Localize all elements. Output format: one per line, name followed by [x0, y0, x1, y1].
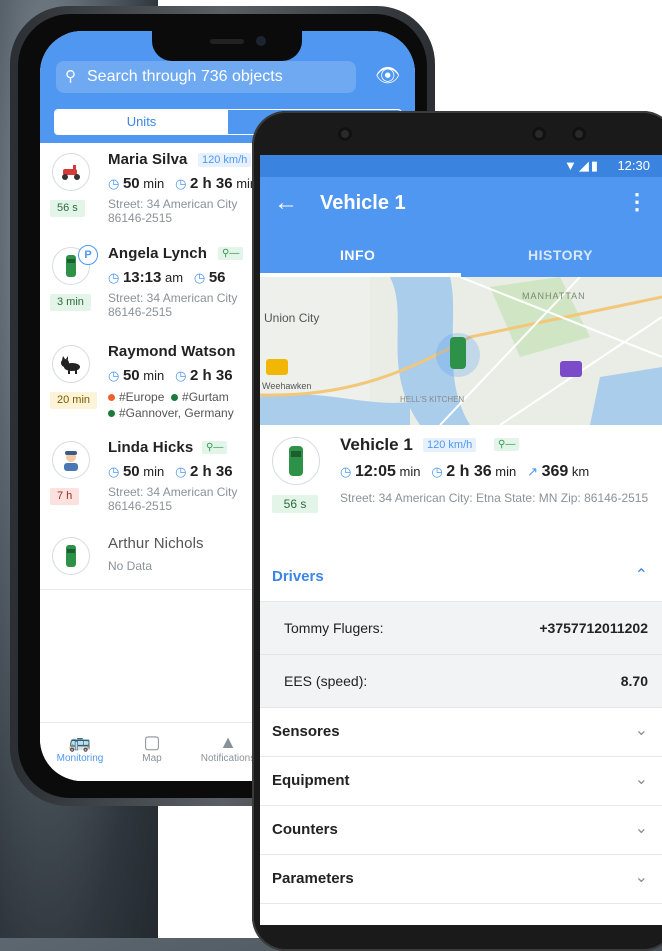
car-icon [272, 437, 320, 485]
row-key: EES (speed): [284, 673, 368, 689]
clock-icon: ◷ [340, 464, 352, 479]
section-label: Equipment [272, 772, 350, 789]
duration-icon: ◷ [431, 464, 443, 479]
row-value: +3757712011202 [539, 620, 648, 636]
clock-icon: ◷ [108, 368, 120, 383]
key-icon: ⚲— [202, 441, 228, 454]
section-label: Parameters [272, 870, 354, 887]
status-bar: ▼◢▮ 12:30 [260, 155, 662, 177]
driver-row: EES (speed): 8.70 [260, 655, 662, 708]
section-label: Counters [272, 821, 338, 838]
clock-icon: ◷ [108, 176, 120, 191]
duration-icon: ◷ [175, 176, 187, 191]
unit-name: Angela Lynch [108, 245, 207, 262]
map-icon: ▢ [143, 732, 161, 752]
tab-info[interactable]: INFO [340, 247, 375, 263]
map-label: Union City [264, 311, 320, 325]
car-icon [52, 537, 90, 575]
time-badge: 56 s [50, 200, 85, 217]
duration-icon: ◷ [175, 464, 187, 479]
duration-icon: ◷ [175, 368, 187, 383]
status-time: 12:30 [617, 158, 650, 173]
page-title: Vehicle 1 [320, 192, 406, 214]
parking-icon: P [78, 245, 98, 265]
chevron-up-icon: ⌃ [634, 567, 648, 584]
row-key: Tommy Flugers: [284, 620, 384, 636]
map-label: MANHATTAN [522, 291, 586, 301]
app-bar: ← Vehicle 1 ⋮ INFO HISTORY [260, 177, 662, 277]
map-label: Weehawken [262, 381, 312, 391]
driver-avatar [52, 441, 90, 479]
section-equipment[interactable]: Equipment ⌄ [260, 757, 662, 806]
chevron-down-icon: ⌄ [634, 722, 648, 739]
chevron-down-icon: ⌄ [634, 771, 648, 788]
duration-icon: ◷ [193, 270, 206, 285]
section-drivers[interactable]: Drivers ⌃ [260, 553, 662, 602]
android-top-bezel [252, 111, 662, 155]
back-arrow-icon[interactable]: ← [274, 189, 298, 217]
clock-icon: ◷ [108, 464, 120, 479]
unit-name: Raymond Watson [108, 343, 236, 360]
map-view[interactable]: MANHATTAN Union City HELL'S KITCHEN Weeh… [260, 277, 662, 425]
search-placeholder: Search through 736 objects [87, 68, 283, 85]
clock-icon: ◷ [108, 270, 120, 285]
time-badge: 20 min [50, 392, 98, 409]
search-icon: ⚲ [65, 68, 76, 85]
chevron-down-icon: ⌄ [634, 820, 648, 837]
tab-history[interactable]: HISTORY [528, 247, 593, 263]
vehicle-address: Street: 34 American City: Etna State: MN… [340, 491, 649, 505]
unit-tags: #Europe #Gurtam #Gannover, Germany [108, 389, 234, 421]
eye-icon[interactable]: 👁 [375, 64, 400, 88]
vehicle-name: Vehicle 1 [340, 435, 413, 454]
vehicle-detail-screen: ▼◢▮ 12:30 ← Vehicle 1 ⋮ INFO HISTORY MAN… [260, 155, 662, 925]
map-label: HELL'S KITCHEN [400, 395, 465, 404]
trend-icon: ↗ [527, 464, 538, 479]
driver-row: Tommy Flugers: +3757712011202 [260, 602, 662, 655]
section-sensores[interactable]: Sensores ⌄ [260, 708, 662, 757]
scooter-icon [52, 153, 90, 191]
key-icon: ⚲— [494, 438, 520, 451]
bus-icon: 🚌 [68, 732, 92, 752]
time-badge: 7 h [50, 488, 80, 505]
unit-address: Street: 34 American City 86146-2515 [108, 197, 238, 225]
segment-units[interactable]: Units [55, 110, 228, 134]
unit-stats: ◷ 13:13 am ◷ 56 [108, 269, 226, 286]
time-badge: 3 min [50, 294, 91, 311]
key-icon: ⚲— [218, 247, 244, 260]
unit-stats: ◷ 50 min ◷ 2 h 36 [108, 367, 233, 384]
section-label: Drivers [272, 568, 324, 585]
unit-stats: ◷ 50 min ◷ 2 h 36 [108, 463, 233, 480]
more-vert-icon[interactable]: ⋮ [626, 189, 648, 215]
cat-icon [52, 345, 90, 383]
notch [152, 31, 302, 61]
vehicle-stats: ◷ 12:05 min ◷ 2 h 36 min ↗ 369 km [340, 463, 590, 480]
signal-battery-icons: ▼◢▮ [563, 158, 600, 173]
section-counters[interactable]: Counters ⌄ [260, 806, 662, 855]
unit-address: Street: 34 American City 86146-2515 [108, 485, 238, 513]
tab-map[interactable]: ▢ Map [112, 731, 192, 764]
search-input[interactable]: ⚲ Search through 736 objects [56, 61, 356, 93]
unit-name: Arthur Nichols [108, 535, 204, 552]
speed-badge: 120 km/h [423, 438, 477, 452]
android-frame: ▼◢▮ 12:30 ← Vehicle 1 ⋮ INFO HISTORY MAN… [252, 111, 662, 951]
tab-monitoring[interactable]: 🚌 Monitoring [40, 731, 120, 764]
vehicle-card: 56 s Vehicle 1 120 km/h ⚲— ◷ 12:05 min ◷… [260, 425, 662, 554]
no-data-label: No Data [108, 559, 153, 573]
speed-badge: 120 km/h [198, 153, 252, 167]
chevron-down-icon: ⌄ [634, 869, 648, 886]
unit-name: Maria Silva [108, 151, 188, 168]
time-badge: 56 s [272, 495, 318, 513]
section-parameters[interactable]: Parameters ⌄ [260, 855, 662, 904]
unit-address: Street: 34 American City 86146-2515 [108, 291, 238, 319]
unit-stats: ◷ 50 min ◷ 2 h 36 min [108, 175, 258, 192]
unit-name: Linda Hicks [108, 439, 194, 456]
section-label: Sensores [272, 723, 340, 740]
row-value: 8.70 [620, 673, 648, 689]
